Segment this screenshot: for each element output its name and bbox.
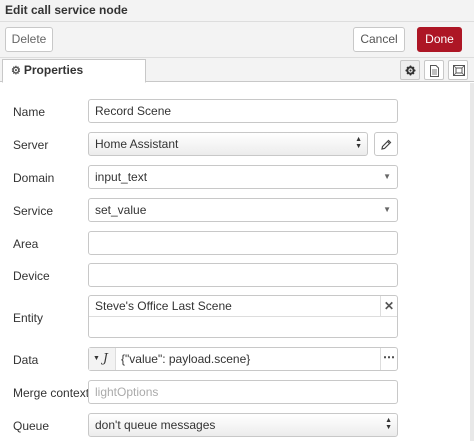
queue-select[interactable]: don't queue messages ▲ ▼ <box>88 413 398 437</box>
domain-label: Domain <box>13 171 55 185</box>
select-arrows-icon: ▲ ▼ <box>385 417 392 431</box>
merge-context-label: Merge context <box>13 386 90 400</box>
service-input[interactable]: set_value ▼ <box>88 198 398 222</box>
appearance-tab-button[interactable] <box>448 60 468 80</box>
edit-server-button[interactable] <box>374 132 398 156</box>
name-label: Name <box>13 105 46 119</box>
dialog-title: Edit call service node <box>0 0 474 22</box>
chevron-down-icon[interactable]: ▼ <box>383 166 391 188</box>
entity-label: Entity <box>13 311 44 325</box>
queue-label: Queue <box>13 419 50 433</box>
server-select[interactable]: Home Assistant ▲ ▼ <box>88 132 368 156</box>
cancel-button[interactable]: Cancel <box>353 27 405 52</box>
entity-tag-label: Steve's Office Last Scene <box>95 299 232 313</box>
tab-properties-label: Properties <box>23 63 84 77</box>
pencil-icon <box>381 139 392 150</box>
data-type-selector[interactable]: ▼ J <box>89 348 116 370</box>
chevron-down-icon[interactable]: ▼ <box>383 199 391 221</box>
entity-input[interactable]: Steve's Office Last Scene ✕ <box>88 295 398 338</box>
expand-editor-icon[interactable]: ⋯ <box>380 348 397 370</box>
gear-icon <box>405 65 416 76</box>
properties-panel: Name Record Scene Server Home Assistant … <box>0 83 474 441</box>
name-input[interactable]: Record Scene <box>88 99 398 123</box>
entity-tag: Steve's Office Last Scene ✕ <box>89 296 397 317</box>
device-input[interactable] <box>88 263 398 287</box>
device-label: Device <box>13 269 50 283</box>
done-button[interactable]: Done <box>417 27 462 52</box>
domain-input-value: input_text <box>95 170 148 184</box>
area-label: Area <box>13 237 39 251</box>
select-arrows-icon: ▲ ▼ <box>355 136 362 150</box>
queue-select-value: don't queue messages <box>95 418 216 432</box>
delete-button[interactable]: Delete <box>5 27 53 52</box>
tab-bar: ⚙ Properties <box>0 58 474 83</box>
description-tab-button[interactable] <box>424 60 444 80</box>
tab-properties[interactable]: ⚙ Properties <box>2 59 146 83</box>
server-label: Server <box>13 138 49 152</box>
service-label: Service <box>13 204 54 218</box>
data-value: {"value": payload.scene} <box>121 352 251 366</box>
properties-tab-button[interactable] <box>400 60 420 80</box>
jsonata-icon: J <box>103 351 108 365</box>
data-typed-input[interactable]: ▼ J {"value": payload.scene} ⋯ <box>88 347 398 371</box>
description-icon <box>430 65 439 77</box>
merge-context-input[interactable]: lightOptions <box>88 380 398 404</box>
domain-input[interactable]: input_text ▼ <box>88 165 398 189</box>
service-input-value: set_value <box>95 203 147 217</box>
area-input[interactable] <box>88 231 398 255</box>
gear-icon: ⚙ <box>11 65 21 77</box>
panel-scrollbar[interactable] <box>470 83 474 441</box>
caret-down-icon: ▼ <box>93 355 100 362</box>
appearance-icon <box>453 65 465 76</box>
data-label: Data <box>13 353 39 367</box>
server-select-value: Home Assistant <box>95 137 179 151</box>
remove-entity-icon[interactable]: ✕ <box>380 296 397 316</box>
dialog-toolbar: Delete Cancel Done <box>0 22 474 58</box>
